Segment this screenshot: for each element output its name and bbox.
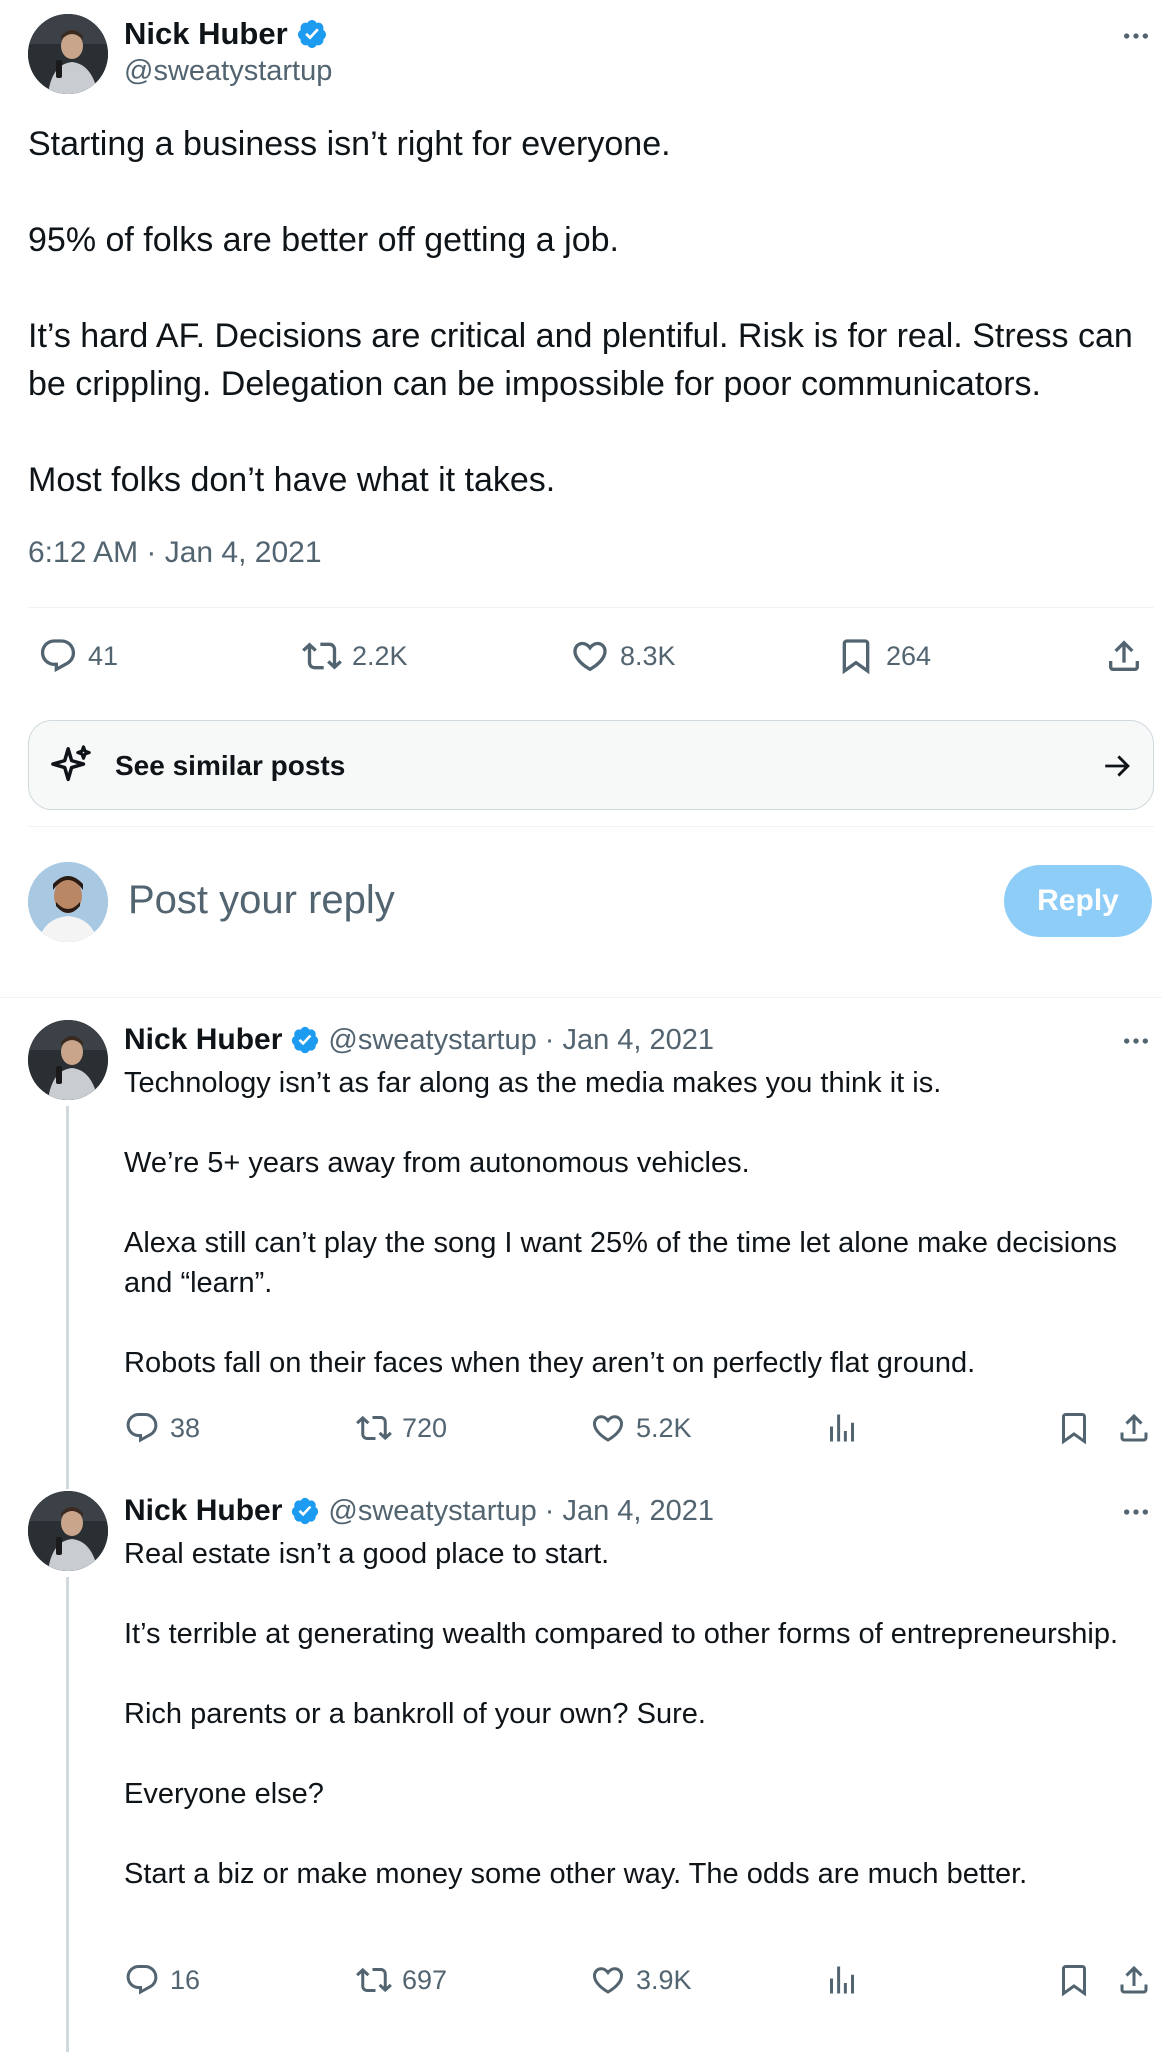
- repost-icon: [356, 1415, 392, 1441]
- reply-body: Real estate isn’t a good place to start.…: [124, 1534, 1124, 1894]
- more-options-icon[interactable]: [1120, 1025, 1152, 1057]
- heart-icon: [592, 1415, 624, 1442]
- reply-header: Nick Huber @sweatystartup · Jan 4, 2021: [124, 1020, 714, 1060]
- author-avatar[interactable]: [28, 1491, 108, 1571]
- author-handle[interactable]: @sweatystartup: [124, 55, 332, 88]
- divider: [0, 997, 1162, 998]
- reply-action[interactable]: 38: [124, 1410, 200, 1446]
- reply-count: 41: [88, 640, 119, 671]
- post-date[interactable]: · Jan 4, 2021: [545, 1024, 714, 1057]
- views-action[interactable]: [824, 1962, 860, 1998]
- verified-badge-icon: [290, 1496, 320, 1526]
- analytics-icon: [830, 1966, 854, 1994]
- thread-connector: [66, 1577, 69, 2052]
- author-handle[interactable]: @sweatystartup: [328, 1024, 536, 1057]
- current-user-avatar[interactable]: [28, 862, 108, 942]
- repost-icon: [356, 1967, 392, 1993]
- verified-badge-icon: [290, 1025, 320, 1055]
- reply-action[interactable]: 41: [38, 636, 118, 676]
- heart-icon: [573, 641, 607, 672]
- reply-input[interactable]: Post your reply: [128, 878, 395, 923]
- see-similar-posts-label: See similar posts: [115, 750, 346, 781]
- post-timestamp[interactable]: 6:12 AM · Jan 4, 2021: [28, 536, 322, 570]
- repost-count: 720: [402, 1412, 448, 1443]
- repost-action[interactable]: 2.2K: [302, 636, 408, 676]
- see-similar-posts-button[interactable]: See similar posts: [28, 720, 1154, 810]
- post-paragraph: Alexa still can’t play the song I want 2…: [124, 1227, 1126, 1299]
- share-action[interactable]: [1116, 1410, 1152, 1446]
- divider: [28, 607, 1154, 608]
- bookmark-icon: [1062, 1413, 1086, 1445]
- like-action[interactable]: 8.3K: [570, 636, 676, 676]
- share-icon: [1120, 1965, 1148, 1994]
- post-date[interactable]: · Jan 4, 2021: [545, 1495, 714, 1528]
- reply-button[interactable]: Reply: [1004, 865, 1152, 937]
- reply-bubble-icon: [126, 1965, 158, 1995]
- author-handle[interactable]: @sweatystartup: [328, 1495, 536, 1528]
- repost-count: 2.2K: [352, 640, 408, 671]
- reply-body: Technology isn’t as far along as the med…: [124, 1063, 1124, 1383]
- more-options-icon[interactable]: [1120, 20, 1152, 52]
- reply-header: Nick Huber @sweatystartup · Jan 4, 2021: [124, 1491, 714, 1531]
- repost-icon: [302, 642, 342, 670]
- bookmark-icon: [1062, 1965, 1086, 1997]
- reply-action[interactable]: 16: [124, 1962, 200, 1998]
- share-icon: [1120, 1413, 1148, 1442]
- repost-action[interactable]: 697: [356, 1962, 447, 1998]
- reply-count: 16: [170, 1964, 201, 1995]
- post-paragraph: We’re 5+ years away from autonomous vehi…: [124, 1147, 750, 1179]
- author-avatar[interactable]: [28, 14, 108, 94]
- divider: [28, 826, 1154, 827]
- views-action[interactable]: [824, 1410, 860, 1446]
- reply-bubble-icon: [40, 639, 76, 673]
- post-paragraph: It’s terrible at generating wealth compa…: [124, 1618, 1119, 1650]
- repost-count: 697: [402, 1964, 448, 1995]
- like-count: 5.2K: [636, 1412, 692, 1443]
- post-body: Starting a business isn’t right for ever…: [28, 120, 1158, 504]
- author-name[interactable]: Nick Huber: [124, 16, 288, 52]
- bookmark-count: 264: [886, 640, 932, 671]
- author-name[interactable]: Nick Huber: [124, 1023, 282, 1057]
- post-paragraph: Real estate isn’t a good place to start.: [124, 1538, 610, 1570]
- like-count: 3.9K: [636, 1964, 692, 1995]
- bookmark-action[interactable]: [1056, 1410, 1092, 1446]
- post-paragraph: Most folks don’t have what it takes.: [28, 461, 556, 499]
- share-action[interactable]: [1104, 636, 1144, 676]
- author-avatar[interactable]: [28, 1020, 108, 1100]
- more-options-icon[interactable]: [1120, 1496, 1152, 1528]
- like-count: 8.3K: [620, 640, 676, 671]
- post-paragraph: Starting a business isn’t right for ever…: [28, 125, 671, 163]
- share-action[interactable]: [1116, 1962, 1152, 1998]
- verified-badge-icon: [296, 18, 328, 50]
- bookmark-action[interactable]: 264: [836, 636, 931, 676]
- author-name[interactable]: Nick Huber: [124, 1494, 282, 1528]
- reply-bubble-icon: [126, 1413, 158, 1443]
- thread-connector: [66, 1106, 69, 1489]
- reply-count: 38: [170, 1412, 201, 1443]
- sparkle-icon: [51, 745, 91, 782]
- post-paragraph: Rich parents or a bankroll of your own? …: [124, 1698, 706, 1730]
- bookmark-action[interactable]: [1056, 1962, 1092, 1998]
- like-action[interactable]: 5.2K: [590, 1410, 692, 1446]
- post-paragraph: Robots fall on their faces when they are…: [124, 1347, 976, 1379]
- arrow-right-icon: [1105, 755, 1130, 777]
- like-action[interactable]: 3.9K: [590, 1962, 692, 1998]
- post-paragraph: It’s hard AF. Decisions are critical and…: [28, 317, 1143, 403]
- repost-action[interactable]: 720: [356, 1410, 447, 1446]
- post-paragraph: 95% of folks are better off getting a jo…: [28, 221, 619, 259]
- post-paragraph: Technology isn’t as far along as the med…: [124, 1067, 942, 1099]
- heart-icon: [592, 1967, 624, 1994]
- post-paragraph: Everyone else?: [124, 1778, 324, 1810]
- post-paragraph: Start a biz or make money some other way…: [124, 1858, 1028, 1890]
- share-icon: [1109, 640, 1139, 671]
- bookmark-icon: [842, 639, 870, 675]
- analytics-icon: [830, 1414, 854, 1442]
